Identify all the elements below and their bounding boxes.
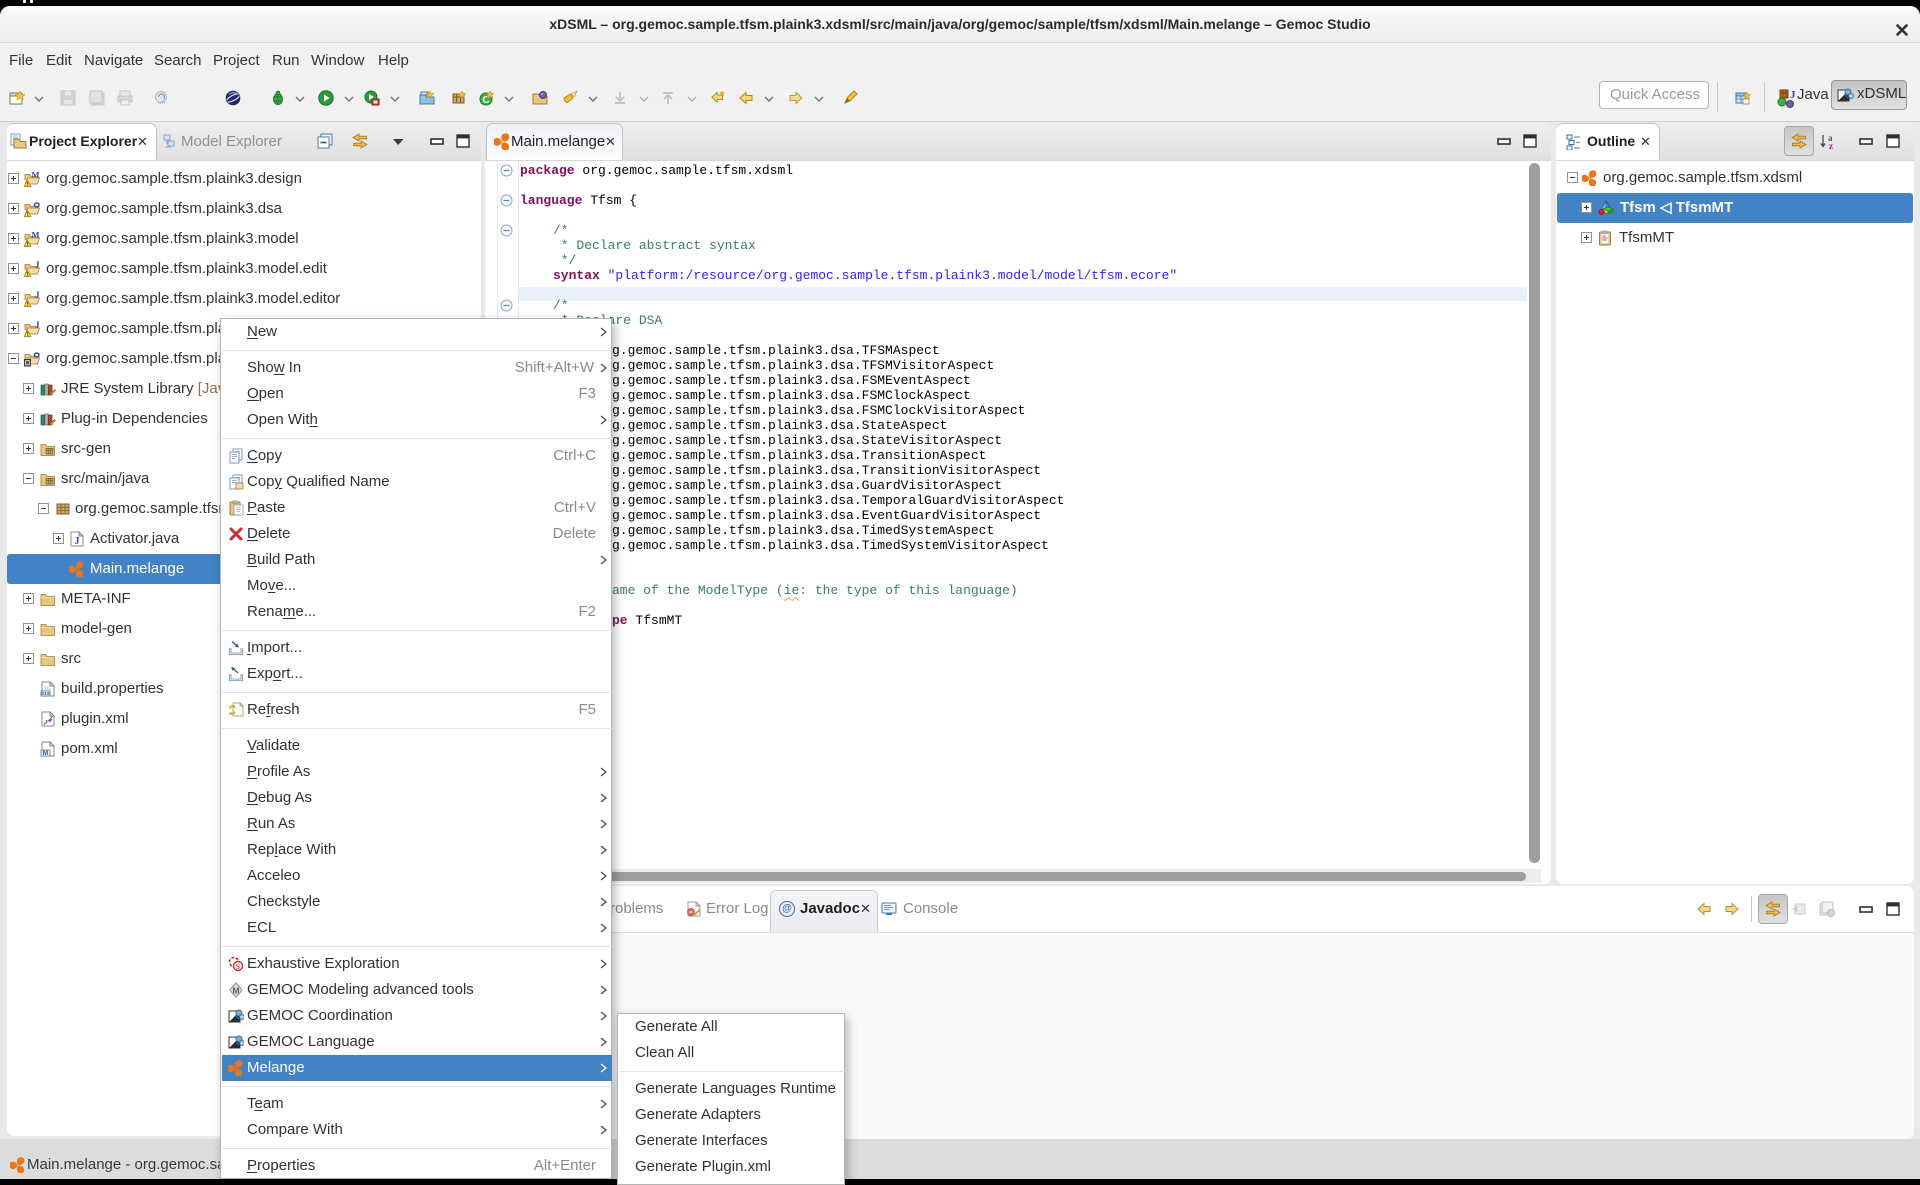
svg-text:z: z — [1829, 141, 1833, 150]
svg-text:J: J — [75, 536, 80, 547]
svg-text:S: S — [236, 962, 240, 971]
svg-text:M: M — [43, 750, 48, 757]
svg-text:M: M — [31, 231, 39, 240]
svg-text:010: 010 — [41, 691, 50, 697]
svg-text:J: J — [35, 321, 40, 330]
svg-text:J: J — [35, 291, 40, 300]
svg-text:J: J — [35, 261, 40, 270]
svg-text:J: J — [1790, 89, 1796, 101]
svg-text:M: M — [31, 171, 39, 180]
svg-text:M: M — [232, 986, 239, 996]
